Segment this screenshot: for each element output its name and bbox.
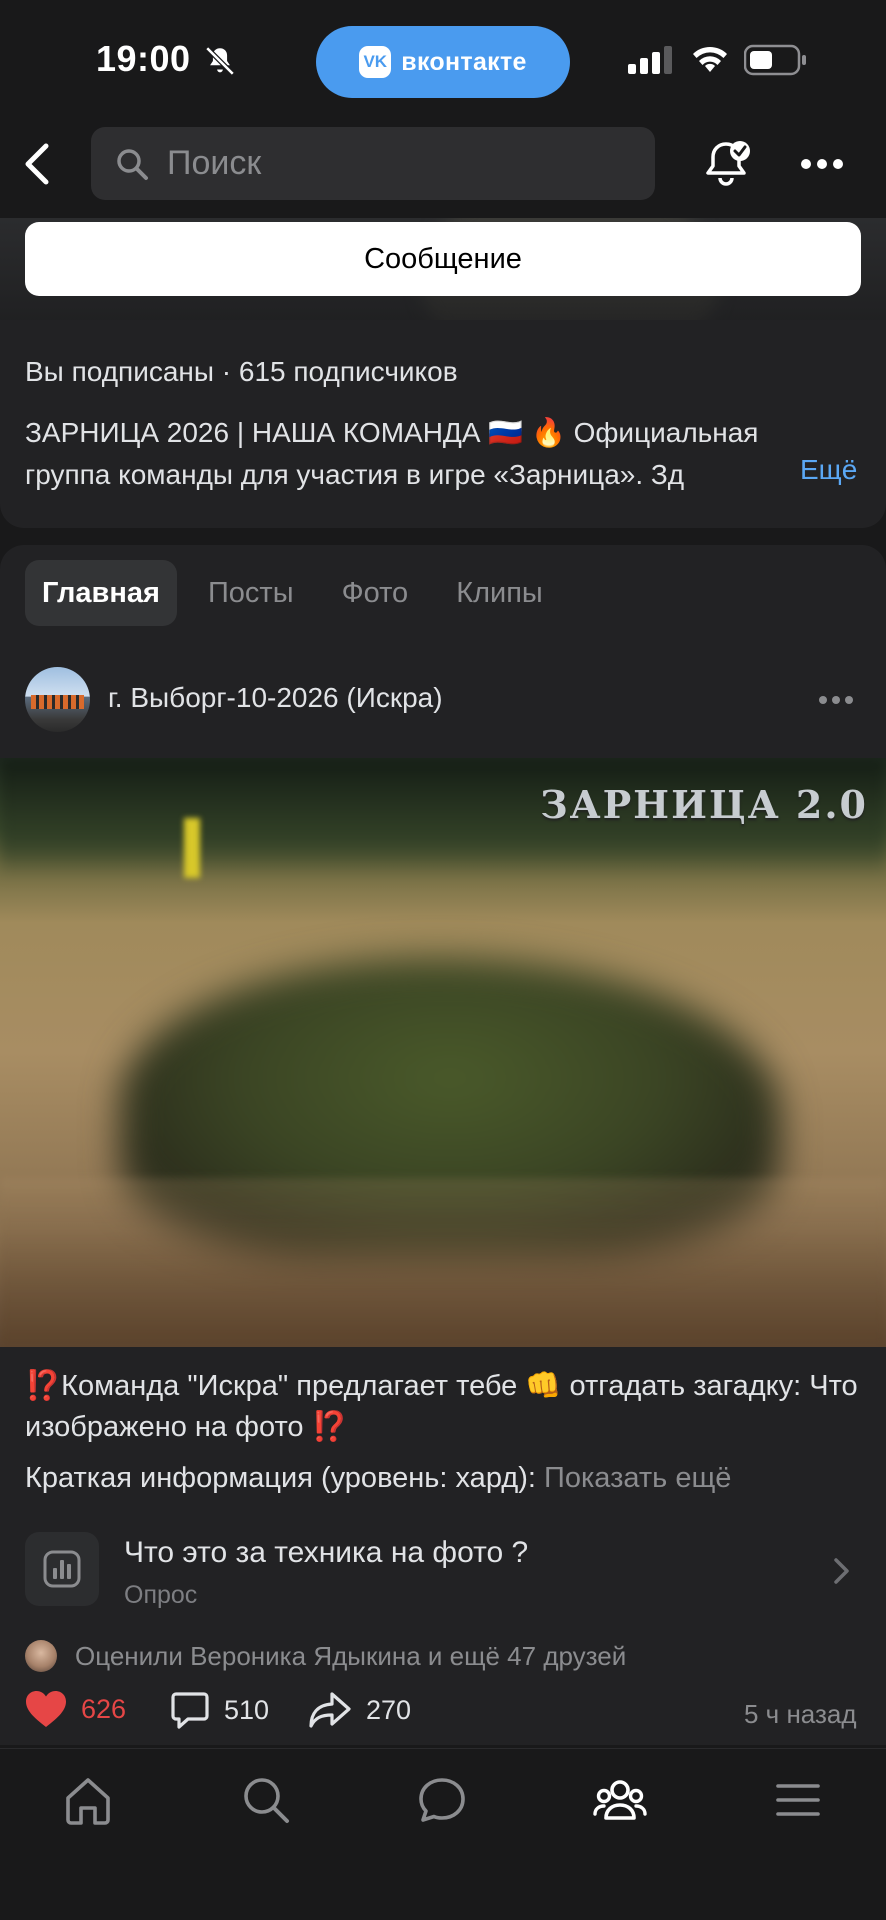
post-author-name[interactable]: г. Выборг-10-2026 (Искра) <box>108 682 443 714</box>
post-time: 5 ч назад <box>744 1699 857 1729</box>
tab-photos[interactable]: Фото <box>325 560 426 626</box>
search-icon[interactable] <box>238 1772 294 1828</box>
group-tabs: Главная Посты Фото Клипы <box>25 560 574 626</box>
shares-count: 270 <box>366 1694 412 1725</box>
description-line-1: ЗАРНИЦА 2026 | НАША КОМАНДА 🇷🇺 🔥 Официал… <box>25 417 759 448</box>
share-icon <box>309 1692 351 1728</box>
likes-count: 626 <box>81 1693 127 1724</box>
bar-chart-icon <box>43 1550 81 1588</box>
status-time: 19:00 <box>96 38 191 79</box>
menu-icon[interactable] <box>770 1772 826 1828</box>
poll-chart-icon[interactable] <box>25 1532 99 1606</box>
more-icon[interactable] <box>800 152 844 176</box>
battery-icon <box>744 44 806 76</box>
post-text-summary: Краткая информация (уровень: хард): Пока… <box>25 1462 731 1495</box>
back-icon[interactable] <box>18 140 58 188</box>
signal-icon <box>628 46 672 74</box>
search-input[interactable]: Поиск <box>91 127 655 200</box>
share-button[interactable]: 270 <box>308 1690 411 1730</box>
group-description: ЗАРНИЦА 2026 | НАША КОМАНДА 🇷🇺 🔥 Официал… <box>25 412 861 496</box>
heart-icon <box>26 1691 66 1727</box>
comment-icon <box>171 1692 209 1729</box>
comments-count: 510 <box>224 1694 270 1725</box>
photo-flag <box>184 818 200 878</box>
post-text: ⁉️Команда "Искра" предлагает тебе 👊 отга… <box>25 1370 858 1443</box>
poll-subtitle: Опрос <box>124 1581 198 1609</box>
wifi-icon <box>693 46 727 72</box>
comment-button[interactable]: 510 <box>170 1690 269 1730</box>
message-button[interactable]: Сообщение <box>25 222 861 296</box>
post-photo[interactable]: ЗАРНИЦА 2.0 <box>0 758 886 1347</box>
show-more-link[interactable]: Показать ещё <box>544 1462 731 1494</box>
search-icon <box>117 148 148 180</box>
bell-check-icon[interactable] <box>702 138 754 190</box>
post-author-avatar[interactable] <box>25 667 90 732</box>
tab-main[interactable]: Главная <box>25 560 177 626</box>
description-more-link[interactable]: Ещё <box>800 454 857 486</box>
post-text-summary-label: Краткая информация (уровень: хард): <box>25 1462 544 1494</box>
home-icon[interactable] <box>60 1772 116 1828</box>
liked-by-text[interactable]: Оценили Вероника Ядыкина и ещё 47 друзей <box>75 1641 626 1672</box>
vk-app-label: вконтакте <box>401 47 527 76</box>
messages-icon[interactable] <box>414 1772 470 1828</box>
subscribed-label: Вы подписаны · <box>25 356 239 387</box>
photo-watermark: ЗАРНИЦА 2.0 <box>540 782 868 827</box>
poll-title[interactable]: Что это за техника на фото ? <box>124 1536 528 1570</box>
chevron-right-icon[interactable] <box>832 1556 852 1586</box>
community-icon[interactable] <box>592 1772 648 1828</box>
liker-avatar <box>25 1640 57 1672</box>
photo-dust <box>0 1178 886 1347</box>
search-placeholder: Поиск <box>167 144 262 182</box>
tab-posts[interactable]: Посты <box>191 560 311 626</box>
vk-app-pill[interactable]: VK вконтакте <box>316 26 570 98</box>
post-more-icon[interactable] <box>818 694 854 706</box>
vk-logo: VK <box>359 46 392 78</box>
description-line-2: группа команды для участия в игре «Зарни… <box>25 459 685 490</box>
tab-clips[interactable]: Клипы <box>439 560 560 626</box>
like-button[interactable]: 626 <box>25 1690 126 1728</box>
bell-off-icon <box>205 46 235 76</box>
subscribers-count[interactable]: 615 подписчиков <box>239 356 458 387</box>
subscription-status[interactable]: Вы подписаны · 615 подписчиков <box>25 356 458 388</box>
